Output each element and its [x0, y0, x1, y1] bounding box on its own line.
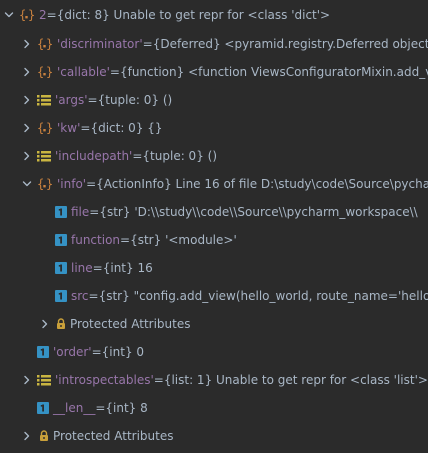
svg-text:{: {	[37, 177, 44, 191]
chevron-right-icon[interactable]	[22, 430, 32, 442]
tree-row-function[interactable]: function = {str} '<module>'	[0, 226, 428, 254]
variable-name: 'info'	[57, 177, 87, 191]
chevron-right-icon[interactable]	[22, 94, 32, 106]
chevron-right-icon[interactable]	[22, 122, 32, 134]
tree-row-kw[interactable]: {} 'kw' = {dict: 0} {}	[0, 114, 428, 142]
variable-value: {str} "config.add_view(hello_world, rout…	[98, 289, 428, 303]
svg-text:}: }	[28, 8, 35, 22]
var-icon	[55, 290, 67, 302]
list-icon	[37, 149, 51, 163]
tree-row-callable[interactable]: {} 'callable' = {function} <function View…	[0, 58, 428, 86]
tree-row-protected-root[interactable]: Protected Attributes	[0, 422, 428, 450]
list-icon	[37, 373, 51, 387]
variable-value: {int} 0	[101, 345, 145, 359]
svg-text:{: {	[37, 65, 44, 79]
chevron-down-icon[interactable]	[22, 178, 32, 190]
variable-name: 'discriminator'	[57, 37, 143, 51]
variable-name: __len__	[53, 401, 96, 415]
tree-row-src[interactable]: src = {str} "config.add_view(hello_world…	[0, 282, 428, 310]
lock-icon	[39, 430, 49, 442]
variable-name: file	[71, 205, 90, 219]
chevron-right-icon[interactable]	[22, 374, 32, 386]
tree-row-line[interactable]: line = {int} 16	[0, 254, 428, 282]
equals-sign: =	[92, 261, 103, 275]
variable-value: {Deferred} <pyramid.registry.Deferred ob…	[152, 37, 428, 51]
tree-row-info[interactable]: {} 'info' = {ActionInfo} Line 16 of file …	[0, 170, 428, 198]
equals-sign: =	[86, 177, 97, 191]
variable-name: 'callable'	[57, 65, 110, 79]
equals-sign: =	[132, 149, 143, 163]
dict-icon: {}	[37, 176, 53, 192]
variable-value: {int} 16	[102, 261, 153, 275]
svg-text:{: {	[37, 121, 44, 135]
dict-icon: {}	[37, 36, 53, 52]
variable-name: 'args'	[55, 93, 88, 107]
tree-row-discriminator[interactable]: {} 'discriminator' = {Deferred} <pyramid.…	[0, 30, 428, 58]
variable-name: 'kw'	[57, 121, 81, 135]
tree-row-root[interactable]: {} 2 = {dict: 8} Unable to get repr for <…	[0, 1, 428, 29]
variable-value: {list: 1} Unable to get repr for <class …	[163, 373, 428, 387]
dict-icon: {}	[19, 7, 35, 23]
svg-text:{: {	[37, 37, 44, 51]
tree-row-order[interactable]: 'order' = {int} 0	[0, 338, 428, 366]
variable-value: {ActionInfo} Line 16 of file D:\study\co…	[96, 177, 428, 191]
var-icon	[55, 262, 67, 274]
variable-value: {int} 8	[105, 401, 148, 415]
dict-icon: {}	[37, 120, 53, 136]
equals-sign: =	[153, 373, 164, 387]
variable-name: 'includepath'	[55, 149, 133, 163]
var-icon	[55, 206, 67, 218]
equals-sign: =	[95, 401, 106, 415]
equals-sign: =	[91, 345, 102, 359]
variable-name: Protected Attributes	[53, 429, 174, 443]
chevron-right-icon[interactable]	[22, 66, 32, 78]
equals-sign: =	[46, 8, 57, 22]
lock-icon	[56, 318, 66, 330]
tree-row-file[interactable]: file = {str} 'D:\\study\\code\\Source\\p…	[0, 198, 428, 226]
variable-value: {function} <function ViewsConfiguratorMi…	[119, 65, 428, 79]
dict-icon: {}	[37, 64, 53, 80]
variable-name: 2	[39, 8, 47, 22]
tree-row-args[interactable]: 'args' = {tuple: 0} ()	[0, 86, 428, 114]
variable-value: {tuple: 0} ()	[142, 149, 218, 163]
equals-sign: =	[142, 37, 153, 51]
var-icon	[37, 346, 49, 358]
chevron-right-icon[interactable]	[22, 38, 32, 50]
variable-value: {tuple: 0} ()	[97, 93, 173, 107]
var-icon	[55, 234, 67, 246]
variable-value: {dict: 0} {}	[90, 121, 163, 135]
var-icon	[37, 402, 49, 414]
variable-name: 'introspectables'	[55, 373, 154, 387]
variable-value: {str} '<module>'	[130, 233, 237, 247]
variable-name: 'order'	[53, 345, 92, 359]
equals-sign: =	[109, 65, 120, 79]
variable-name: src	[71, 289, 89, 303]
variable-value: {dict: 8} Unable to get repr for <class …	[56, 8, 331, 22]
variable-name: function	[71, 233, 121, 247]
chevron-down-icon[interactable]	[4, 9, 14, 21]
variable-name: Protected Attributes	[70, 317, 191, 331]
variable-value: {str} 'D:\\study\\code\\Source\\pycharm_…	[99, 205, 418, 219]
chevron-right-icon[interactable]	[40, 318, 50, 330]
svg-text:}: }	[46, 121, 53, 135]
equals-sign: =	[88, 289, 99, 303]
list-icon	[37, 93, 51, 107]
equals-sign: =	[89, 205, 100, 219]
svg-text:}: }	[46, 65, 53, 79]
equals-sign: =	[120, 233, 131, 247]
tree-row-includepath[interactable]: 'includepath' = {tuple: 0} ()	[0, 142, 428, 170]
equals-sign: =	[80, 121, 91, 135]
chevron-right-icon[interactable]	[22, 150, 32, 162]
debug-variables-tree: {} 2 = {dict: 8} Unable to get repr for <…	[0, 0, 428, 453]
equals-sign: =	[87, 93, 98, 107]
tree-row-introspectables[interactable]: 'introspectables' = {list: 1} Unable to …	[0, 366, 428, 394]
tree-row-len[interactable]: __len__ = {int} 8	[0, 394, 428, 422]
svg-text:}: }	[46, 177, 53, 191]
svg-text:{: {	[19, 8, 26, 22]
svg-text:}: }	[46, 37, 53, 51]
variable-name: line	[71, 261, 93, 275]
tree-row-protected-info[interactable]: Protected Attributes	[0, 310, 428, 338]
